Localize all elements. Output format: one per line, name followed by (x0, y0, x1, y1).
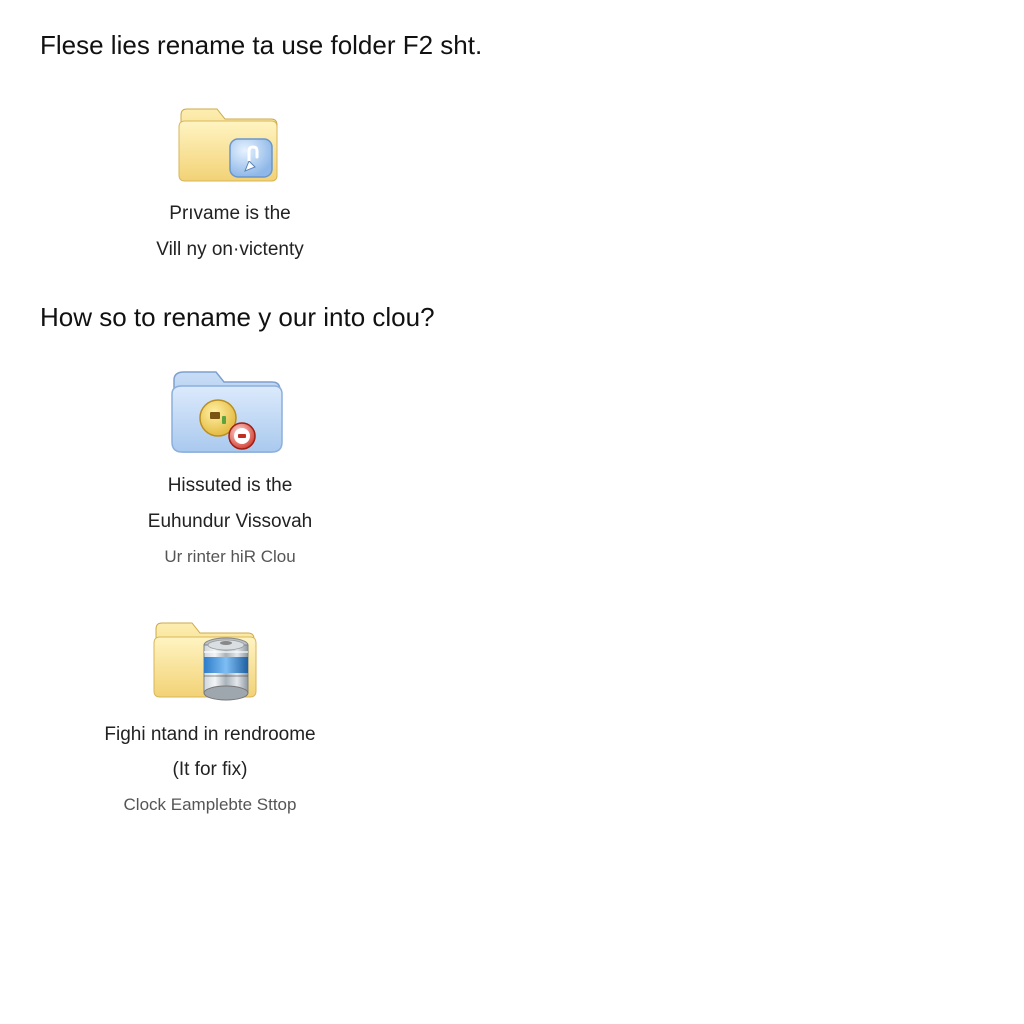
folder-label-3-line1: Fighi ntand in rendroome (60, 722, 360, 748)
folder-cloud-icon (100, 358, 360, 463)
folder-can-icon (60, 607, 360, 712)
folder-item-3[interactable]: Fighi ntand in rendroome (It for fix) Cl… (60, 607, 360, 815)
folder-item-1[interactable]: Prıvame is the Vill ny on·victenty (100, 91, 360, 262)
folder-label-2-line1: Hissuted is the (100, 473, 360, 499)
page-title-1: Flese lies rename ta use folder F2 sht. (40, 30, 984, 61)
folder-item-2[interactable]: Hissuted is the Euhundur Vissovah Ur rin… (100, 358, 360, 566)
folder-click-icon (100, 91, 360, 191)
folder-sublabel-3: Clock Eamplebte Sttop (60, 795, 360, 815)
folder-label-1-line1: Prıvame is the (100, 201, 360, 227)
page-title-2: How so to rename y our into clou? (40, 302, 984, 333)
folder-label-2-line2: Euhundur Vissovah (100, 509, 360, 535)
folder-sublabel-2: Ur rinter hiR Clou (100, 547, 360, 567)
folder-label-3-line2: (It for fix) (60, 757, 360, 783)
folder-label-1-line2: Vill ny on·victenty (100, 237, 360, 263)
